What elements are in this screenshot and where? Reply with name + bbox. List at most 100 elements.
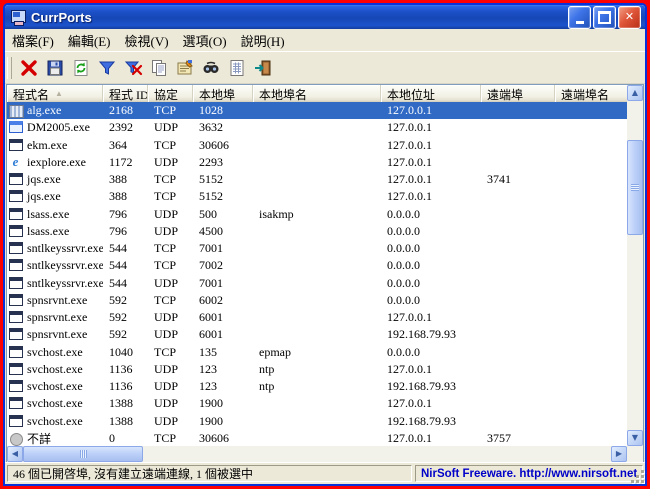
cell-local_address: 127.0.0.1 xyxy=(381,309,481,326)
table-row[interactable]: lsass.exe796UDP45000.0.0.0 xyxy=(7,223,627,240)
column-header-6[interactable]: 遠端埠 xyxy=(481,85,555,102)
cell-local_port: 4500 xyxy=(193,223,253,240)
scroll-down-button[interactable]: ▼ xyxy=(627,430,643,446)
table-row[interactable]: spnsrvnt.exe592UDP6001127.0.0.1 xyxy=(7,309,627,326)
table-row[interactable]: 不詳0TCP30606127.0.0.13757 xyxy=(7,430,627,446)
table-row[interactable]: sntlkeyssrvr.exe544UDP70010.0.0.0 xyxy=(7,275,627,292)
cell-local_port: 5152 xyxy=(193,171,253,188)
scroll-up-button[interactable]: ▲ xyxy=(627,85,643,101)
nirsoft-link[interactable]: NirSoft Freeware. http://www.nirsoft.net xyxy=(415,465,643,482)
cell-pid: 0 xyxy=(103,430,148,446)
menu-item-2[interactable]: 檢視(V) xyxy=(118,29,176,52)
column-header-0[interactable]: 程式名▲ xyxy=(7,85,103,102)
cell-local_address: 0.0.0.0 xyxy=(381,275,481,292)
clear-filter-button[interactable] xyxy=(120,55,146,81)
menu-item-1[interactable]: 編輯(E) xyxy=(61,29,118,52)
exit-icon xyxy=(253,58,273,78)
cell-protocol: UDP xyxy=(148,413,193,430)
table-row[interactable]: eiexplore.exe1172UDP2293127.0.0.1 xyxy=(7,154,627,171)
resize-grip[interactable] xyxy=(631,470,644,483)
scroll-right-button[interactable]: ▶ xyxy=(611,446,627,462)
menu-item-4[interactable]: 說明(H) xyxy=(234,29,292,52)
scroll-left-button[interactable]: ◀ xyxy=(7,446,23,462)
report-button[interactable] xyxy=(224,55,250,81)
vertical-scrollbar[interactable]: ▲ ▼ xyxy=(627,85,643,446)
cell-remote_port xyxy=(481,326,555,343)
save-icon xyxy=(45,58,65,78)
cell-local_address: 0.0.0.0 xyxy=(381,206,481,223)
column-header-4[interactable]: 本地埠名 xyxy=(253,85,381,102)
cell-local_port_name xyxy=(253,413,381,430)
table-row[interactable]: alg.exe2168TCP1028127.0.0.1 xyxy=(7,102,627,119)
column-header-2[interactable]: 協定 xyxy=(148,85,193,102)
refresh-button[interactable] xyxy=(68,55,94,81)
copy-button[interactable] xyxy=(146,55,172,81)
title-bar[interactable]: CurrPorts ✕ xyxy=(5,5,645,29)
process-name: spnsrvnt.exe xyxy=(27,293,87,308)
table-row[interactable]: jqs.exe388TCP5152127.0.0.1 xyxy=(7,188,627,205)
cell-name: spnsrvnt.exe xyxy=(7,292,103,309)
horizontal-scrollbar[interactable]: ◀ ▶ xyxy=(7,446,627,462)
menu-item-0[interactable]: 檔案(F) xyxy=(5,29,61,52)
minimize-button[interactable] xyxy=(568,6,591,29)
cell-name: spnsrvnt.exe xyxy=(7,326,103,343)
save-button[interactable] xyxy=(42,55,68,81)
table-row[interactable]: svchost.exe1388UDP1900192.168.79.93 xyxy=(7,413,627,430)
table-row[interactable]: spnsrvnt.exe592UDP6001192.168.79.93 xyxy=(7,326,627,343)
column-header-1[interactable]: 程式 ID xyxy=(103,85,148,102)
cell-remote_port xyxy=(481,154,555,171)
process-name: alg.exe xyxy=(27,103,61,118)
find-button[interactable] xyxy=(198,55,224,81)
cell-local_address: 127.0.0.1 xyxy=(381,137,481,154)
sort-arrow-icon: ▲ xyxy=(55,90,63,98)
toolbar-grip xyxy=(7,57,12,79)
cell-pid: 1136 xyxy=(103,378,148,395)
column-label: 本地位址 xyxy=(387,86,435,103)
process-name: svchost.exe xyxy=(27,379,83,394)
process-name: 不詳 xyxy=(27,430,51,446)
cell-remote_port xyxy=(481,240,555,257)
close-port-icon xyxy=(19,58,39,78)
cell-local_port: 6001 xyxy=(193,309,253,326)
table-row[interactable]: sntlkeyssrvr.exe544TCP70020.0.0.0 xyxy=(7,257,627,274)
cell-protocol: UDP xyxy=(148,154,193,171)
vertical-scroll-thumb[interactable] xyxy=(627,140,643,235)
table-row[interactable]: DM2005.exe2392UDP3632127.0.0.1 xyxy=(7,119,627,136)
table-row[interactable]: svchost.exe1388UDP1900127.0.0.1 xyxy=(7,395,627,412)
cell-pid: 388 xyxy=(103,171,148,188)
cell-remote_port_name xyxy=(555,257,627,274)
column-header-5[interactable]: 本地位址 xyxy=(381,85,481,102)
cell-local_address: 192.168.79.93 xyxy=(381,378,481,395)
cell-local_port: 30606 xyxy=(193,137,253,154)
column-header-7[interactable]: 遠端埠名 xyxy=(555,85,627,102)
table-row[interactable]: svchost.exe1136UDP123ntp192.168.79.93 xyxy=(7,378,627,395)
exit-button[interactable] xyxy=(250,55,276,81)
process-name: sntlkeyssrvr.exe xyxy=(27,258,103,273)
column-label: 協定 xyxy=(154,86,178,103)
table-row[interactable]: sntlkeyssrvr.exe544TCP70010.0.0.0 xyxy=(7,240,627,257)
cell-pid: 592 xyxy=(103,309,148,326)
properties-button[interactable] xyxy=(172,55,198,81)
menu-item-3[interactable]: 選項(O) xyxy=(176,29,234,52)
table-row[interactable]: ekm.exe364TCP30606127.0.0.1 xyxy=(7,137,627,154)
column-header-3[interactable]: 本地埠 xyxy=(193,85,253,102)
cell-remote_port: 3741 xyxy=(481,171,555,188)
cell-pid: 1040 xyxy=(103,344,148,361)
table-row[interactable]: svchost.exe1136UDP123ntp127.0.0.1 xyxy=(7,361,627,378)
table-row[interactable]: svchost.exe1040TCP135epmap0.0.0.0 xyxy=(7,344,627,361)
table-row[interactable]: lsass.exe796UDP500isakmp0.0.0.0 xyxy=(7,206,627,223)
filter-button[interactable] xyxy=(94,55,120,81)
maximize-button[interactable] xyxy=(593,6,616,29)
close-port-button[interactable] xyxy=(16,55,42,81)
column-label: 遠端埠 xyxy=(487,86,523,103)
cell-pid: 1136 xyxy=(103,361,148,378)
cell-local_port: 1900 xyxy=(193,413,253,430)
horizontal-scroll-thumb[interactable] xyxy=(23,446,143,462)
table-row[interactable]: jqs.exe388TCP5152127.0.0.13741 xyxy=(7,171,627,188)
table-row[interactable]: spnsrvnt.exe592TCP60020.0.0.0 xyxy=(7,292,627,309)
process-name: jqs.exe xyxy=(27,172,61,187)
cell-remote_port xyxy=(481,309,555,326)
process-icon xyxy=(9,277,24,290)
close-button[interactable]: ✕ xyxy=(618,6,641,29)
process-icon xyxy=(9,190,24,203)
